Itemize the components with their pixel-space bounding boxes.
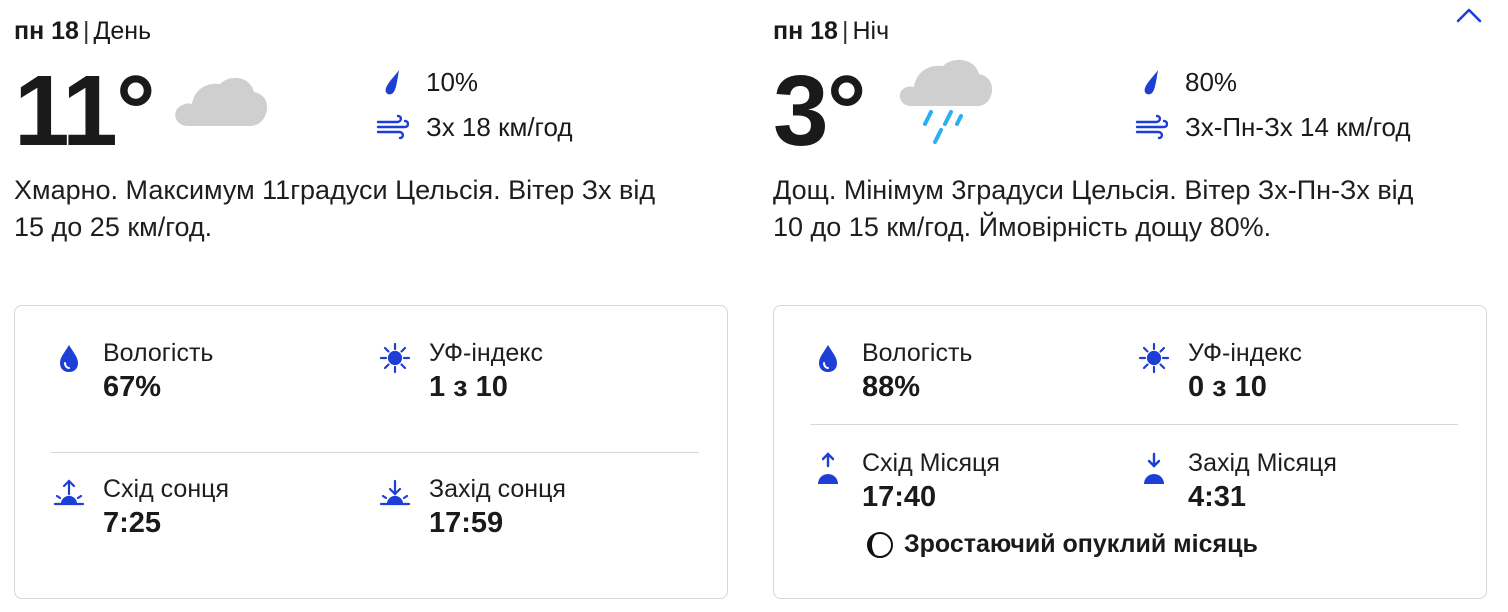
uv-label: УФ-індекс (429, 339, 543, 367)
night-temperature: 3° (773, 55, 867, 167)
uv-value: 1 з 10 (429, 371, 508, 403)
moonrise-value: 17:40 (862, 481, 937, 513)
uv-value: 0 з 10 (1188, 371, 1267, 403)
night-wind-value: Зх-Пн-Зх 14 км/год (1185, 112, 1411, 142)
day-precipitation-value: 10% (426, 67, 479, 97)
humidity-label: Вологість (103, 339, 214, 367)
moonset-label: Захід Місяця (1188, 449, 1337, 477)
night-part-label: Ніч (852, 17, 890, 45)
day-weekday: пн 18 (14, 17, 79, 45)
day-precipitation: 10% (372, 66, 478, 98)
night-precipitation: 80% (1131, 66, 1237, 98)
sunset-icon (377, 478, 413, 514)
card-divider (51, 452, 699, 453)
uv-icon (1136, 342, 1172, 378)
humidity-value: 88% (862, 371, 921, 403)
humidity-value: 67% (103, 371, 162, 403)
day-wind: Зх 18 км/год (372, 111, 573, 143)
moon-phase: Зростаючий опуклий місяць (866, 530, 1258, 559)
card-divider (810, 424, 1458, 425)
night-precipitation-value: 80% (1185, 67, 1238, 97)
night-forecast-panel: пн 18 | Ніч 3° 80% Зх-Пн-Зх 14 км/год Дощ.… (773, 0, 1489, 612)
humidity-icon (810, 342, 846, 378)
sunset-value: 17:59 (429, 507, 504, 539)
uv-icon (377, 342, 413, 378)
precipitation-icon (1131, 68, 1171, 96)
day-temperature: 11° (14, 55, 156, 167)
night-description: Дощ. Мінімум 3градуси Цельсія. Вітер Зх-… (773, 175, 1414, 242)
day-date-line: пн 18 | День (14, 17, 152, 45)
day-part-label: День (93, 17, 152, 45)
uv-label: УФ-індекс (1188, 339, 1302, 367)
night-wind: Зх-Пн-Зх 14 км/год (1131, 111, 1411, 143)
wind-icon (1131, 114, 1171, 140)
moon-phase-label: Зростаючий опуклий місяць (904, 530, 1258, 558)
night-date-line: пн 18 | Ніч (773, 17, 890, 45)
day-wind-value: Зх 18 км/год (426, 112, 573, 142)
day-details-card: Вологість 67% УФ-індекс 1 з 10 Схід сонц… (14, 305, 728, 599)
humidity-label: Вологість (862, 339, 973, 367)
wind-icon (372, 114, 412, 140)
moonset-value: 4:31 (1188, 481, 1247, 513)
sunrise-value: 7:25 (103, 507, 162, 539)
cloudy-icon (170, 56, 270, 141)
moonset-icon (1136, 452, 1172, 488)
night-details-card: Вологість 88% УФ-індекс 0 з 10 Схід Міся… (773, 305, 1487, 599)
waxing-gibbous-moon-icon (866, 531, 894, 559)
sunrise-icon (51, 478, 87, 514)
humidity-icon (51, 342, 87, 378)
moonrise-icon (810, 452, 846, 488)
day-forecast-panel: пн 18 | День 11° 10% Зх 18 км/год Хмарно. … (14, 0, 730, 612)
rain-icon (897, 56, 997, 157)
sunrise-label: Схід сонця (103, 475, 229, 503)
precipitation-icon (372, 68, 412, 96)
day-description: Хмарно. Максимум 11градуси Цельсія. Віте… (14, 175, 656, 242)
sunset-label: Захід сонця (429, 475, 566, 503)
moonrise-label: Схід Місяця (862, 449, 1000, 477)
night-weekday: пн 18 (773, 17, 838, 45)
